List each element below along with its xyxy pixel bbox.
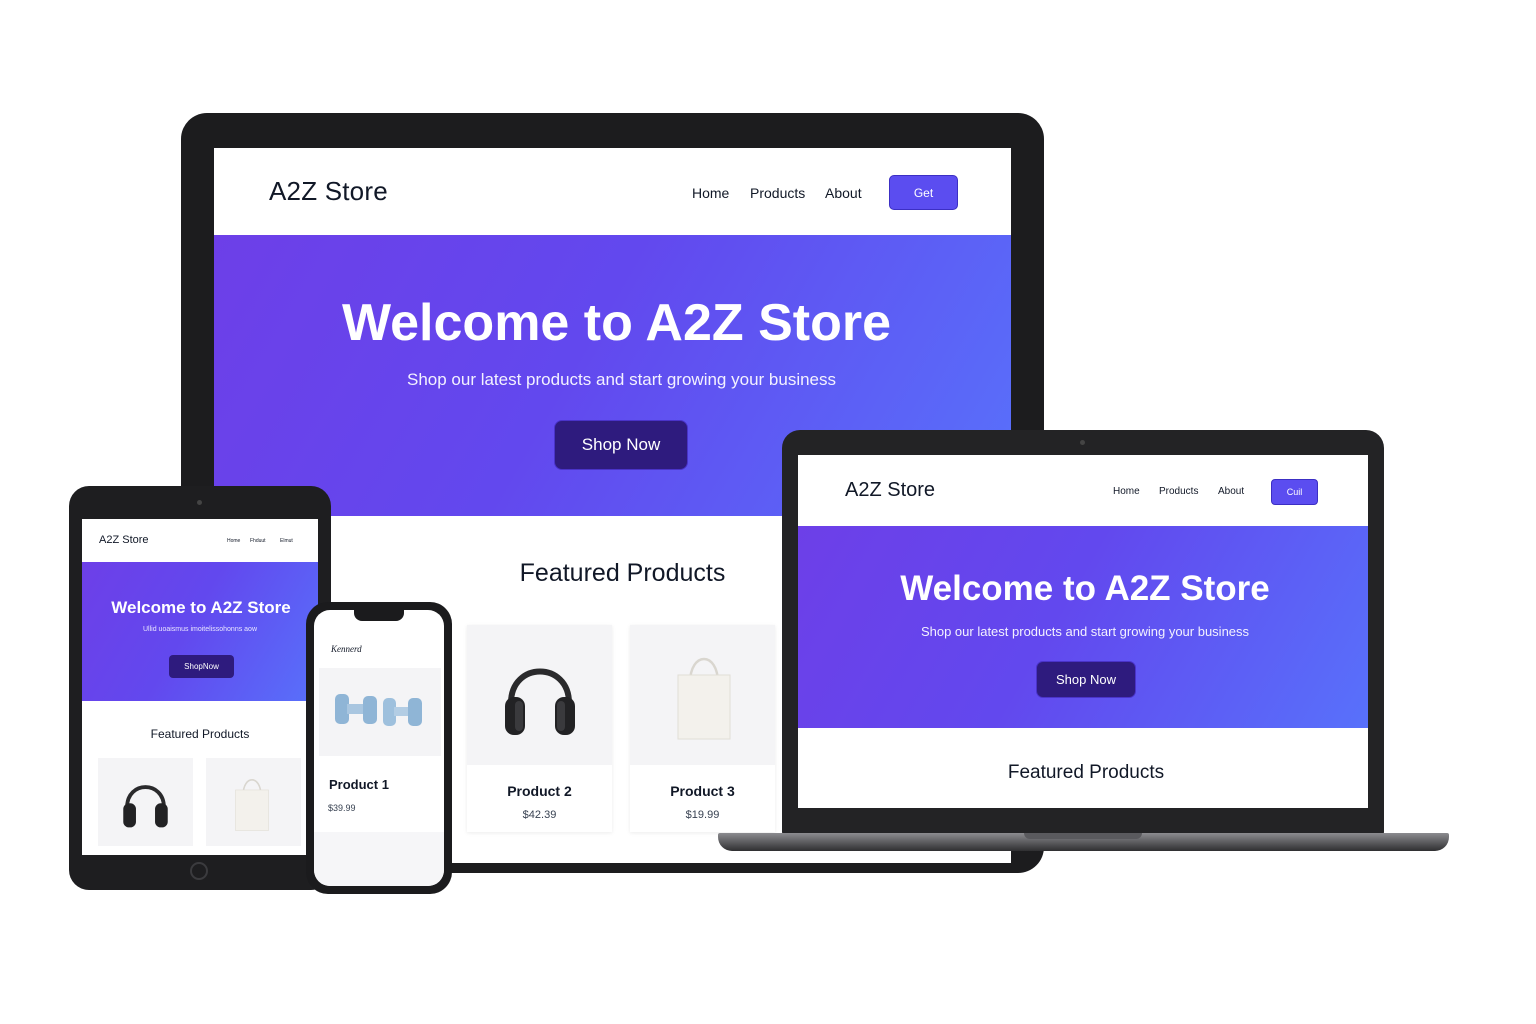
tablet-hero-subtitle: Ullid uoaismus imoitelissohonns aow [143,626,257,633]
monitor-product-image [467,625,612,765]
tote-bag-icon [674,647,734,741]
laptop-camera [1080,440,1085,445]
phone-product-price: $39.99 [328,803,356,813]
laptop-cta-button[interactable]: Cuil [1271,479,1318,505]
monitor-nav-home[interactable]: Home [692,185,729,201]
monitor-get-button[interactable]: Get [889,175,958,210]
tablet-camera [197,500,202,505]
monitor-product-card[interactable]: Product 2 $42.39 [467,625,612,832]
tablet-hero-title: Welcome to A2Z Store [111,598,291,617]
laptop-hero-subtitle: Shop our latest products and start growi… [920,624,1250,639]
tablet-home-button[interactable] [190,862,208,880]
tote-bag-icon [233,772,271,832]
monitor-product-card[interactable]: Product 3 $19.99 [630,625,775,832]
tablet-logo[interactable]: A2Z Store [99,534,149,546]
phone-screen: Kennerd Product 1 $39.99 [314,610,444,886]
monitor-product-name: Product 2 [507,783,572,799]
laptop-header: A2Z Store Home Products About Cuil [798,455,1368,526]
laptop-nav-products[interactable]: Products [1159,486,1198,497]
monitor-product-image [630,625,775,765]
laptop-screen: A2Z Store Home Products About Cuil Welco… [798,455,1368,808]
tablet-nav-products[interactable]: Fhduut [250,538,266,544]
laptop-section-title: Featured Products [1007,762,1165,783]
tablet-screen: A2Z Store Home Fhduut Elmut Welcome to A… [82,519,318,855]
phone-product-name: Product 1 [329,777,389,792]
phone-notch [354,610,404,621]
tablet-product-image[interactable] [98,758,193,846]
laptop-shop-now-button[interactable]: Shop Now [1036,661,1136,698]
monitor-product-price: $42.39 [522,809,557,821]
laptop-hero-title: Welcome to A2Z Store [900,569,1270,608]
laptop-hinge-notch [1024,833,1142,839]
tablet-product-image[interactable] [206,758,301,846]
laptop-base [718,833,1449,851]
tablet-nav-home[interactable]: Home [227,538,240,544]
laptop-hero: Welcome to A2Z Store Shop our latest pro… [798,526,1368,728]
dumbbells-icon [331,688,429,732]
phone-device: Kennerd Product 1 $39.99 [306,602,452,894]
monitor-hero-title: Welcome to A2Z Store [342,294,891,352]
monitor-nav-products[interactable]: Products [750,185,805,201]
monitor-product-name: Product 3 [670,783,735,799]
laptop-logo[interactable]: A2Z Store [845,479,935,502]
tablet-nav-about[interactable]: Elmut [280,538,293,544]
laptop-device: A2Z Store Home Products About Cuil Welco… [782,430,1384,836]
phone-logo[interactable]: Kennerd [331,644,362,654]
monitor-logo[interactable]: A2Z Store [269,176,388,207]
monitor-hero-subtitle: Shop our latest products and start growi… [406,370,837,389]
tablet-section-title: Featured Products [150,727,250,741]
monitor-product-price: $19.99 [685,809,720,821]
headphones-icon [122,774,169,830]
headphones-icon [503,651,577,739]
tablet-shop-now-button[interactable]: ShopNow [169,655,234,678]
monitor-nav-about[interactable]: About [825,185,862,201]
tablet-hero: Welcome to A2Z Store Ullid uoaismus imoi… [82,562,318,701]
laptop-nav-about[interactable]: About [1218,486,1244,497]
monitor-header: A2Z Store Home Products About Get [214,148,1011,235]
phone-product-image[interactable] [319,668,441,756]
monitor-shop-now-button[interactable]: Shop Now [554,420,688,470]
tablet-device: A2Z Store Home Fhduut Elmut Welcome to A… [69,486,331,890]
laptop-nav-home[interactable]: Home [1113,486,1140,497]
phone-footer-area [314,832,444,886]
